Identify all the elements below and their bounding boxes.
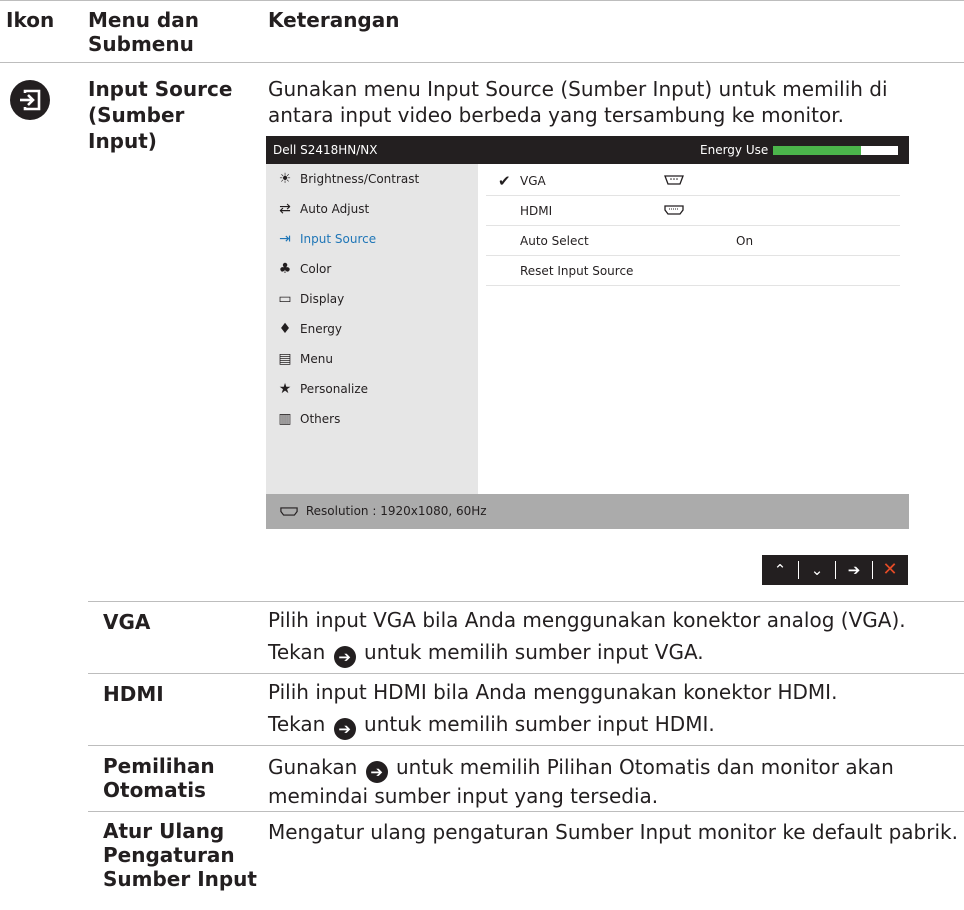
top-rule: [0, 0, 964, 1]
close-icon[interactable]: ✕: [872, 555, 908, 585]
osd-item-input-source[interactable]: ⇥ Input Source: [276, 228, 376, 250]
down-icon[interactable]: ⌄: [799, 555, 835, 585]
sun-icon: ☀: [278, 171, 292, 187]
osd-energy-label: Energy Use: [700, 143, 769, 157]
others-icon: ▥: [278, 411, 292, 427]
osd-item-others[interactable]: ▥ Others: [276, 408, 340, 430]
right-arrow-icon: ➔: [333, 646, 356, 668]
sub-label-hdmi: HDMI: [103, 682, 164, 706]
energy-use-bar: [773, 146, 898, 155]
checkmark-icon: ✔: [498, 172, 511, 190]
section-intro: Gunakan menu Input Source (Sumber Input)…: [268, 77, 888, 127]
sub-rule-reset: [88, 811, 964, 812]
osd-navigation-buttons: ⌃ ⌄ ➔ ✕: [762, 555, 908, 585]
header-description-column: Keterangan: [268, 8, 400, 32]
osd-sub-vga[interactable]: ✔ VGA: [486, 166, 900, 196]
sub-label-vga: VGA: [103, 610, 151, 634]
menu-icon: ▤: [278, 351, 292, 367]
osd-item-color[interactable]: ♣ Color: [276, 258, 332, 280]
auto-adjust-icon: ⇄: [279, 201, 291, 217]
right-arrow-icon[interactable]: ➔: [836, 555, 872, 585]
hdmi-port-icon: [280, 504, 302, 518]
osd-sub-auto-select[interactable]: Auto Select On: [486, 226, 900, 256]
hdmi-port-icon: [664, 196, 684, 226]
header-rule: [0, 62, 964, 63]
osd-main-menu: ☀ Brightness/Contrast ⇄ Auto Adjust ⇥ Input…: [266, 164, 478, 494]
osd-item-personalize[interactable]: ★ Personalize: [276, 378, 368, 400]
vga-port-icon: [664, 166, 684, 196]
sub-rule-vga: [88, 601, 964, 602]
osd-sub-hdmi[interactable]: HDMI: [486, 196, 900, 226]
sub-rule-hdmi: [88, 673, 964, 674]
right-arrow-icon: ➔: [333, 718, 356, 740]
right-arrow-icon: ➔: [365, 761, 388, 783]
osd-status-bar: Resolution : 1920x1080, 60Hz: [266, 494, 909, 529]
up-icon[interactable]: ⌃: [762, 555, 798, 585]
osd-item-brightness-contrast[interactable]: ☀ Brightness/Contrast: [276, 168, 420, 190]
sub-rule-auto-select: [88, 745, 964, 746]
sub-desc-hdmi: Pilih input HDMI bila Anda menggunakan k…: [268, 680, 838, 740]
section-title: Input Source (Sumber Input): [88, 77, 233, 153]
sub-desc-auto-select: Gunakan ➔ untuk memilih Pilihan Otomatis…: [268, 755, 894, 808]
osd-title-bar: Dell S2418HN/NX Energy Use: [266, 136, 909, 164]
energy-use-fill: [773, 146, 861, 155]
display-icon: ▭: [278, 291, 292, 307]
star-icon: ★: [278, 381, 292, 397]
osd-item-display[interactable]: ▭ Display: [276, 288, 344, 310]
energy-icon: ♦: [278, 321, 292, 337]
osd-model-name: Dell S2418HN/NX: [273, 143, 378, 157]
osd-menu: Dell S2418HN/NX Energy Use ☀ Brightness/C…: [266, 136, 909, 529]
osd-resolution: Resolution : 1920x1080, 60Hz: [305, 504, 487, 518]
sub-desc-reset: Mengatur ulang pengaturan Sumber Input m…: [268, 820, 958, 844]
input-source-icon: [10, 80, 50, 120]
color-icon: ♣: [278, 261, 292, 277]
sub-label-auto-select: Pemilihan Otomatis: [103, 754, 215, 802]
sub-desc-vga: Pilih input VGA bila Anda menggunakan ko…: [268, 608, 906, 668]
sub-label-reset: Atur Ulang Pengaturan Sumber Input: [103, 819, 257, 891]
osd-item-menu[interactable]: ▤ Menu: [276, 348, 333, 370]
input-source-icon: ⇥: [279, 231, 291, 247]
osd-item-auto-adjust[interactable]: ⇄ Auto Adjust: [276, 198, 369, 220]
osd-item-energy[interactable]: ♦ Energy: [276, 318, 342, 340]
header-menu-column: Menu dan Submenu: [88, 8, 199, 56]
osd-sub-reset-input-source[interactable]: Reset Input Source: [486, 256, 900, 286]
header-icon-column: Ikon: [6, 8, 55, 32]
